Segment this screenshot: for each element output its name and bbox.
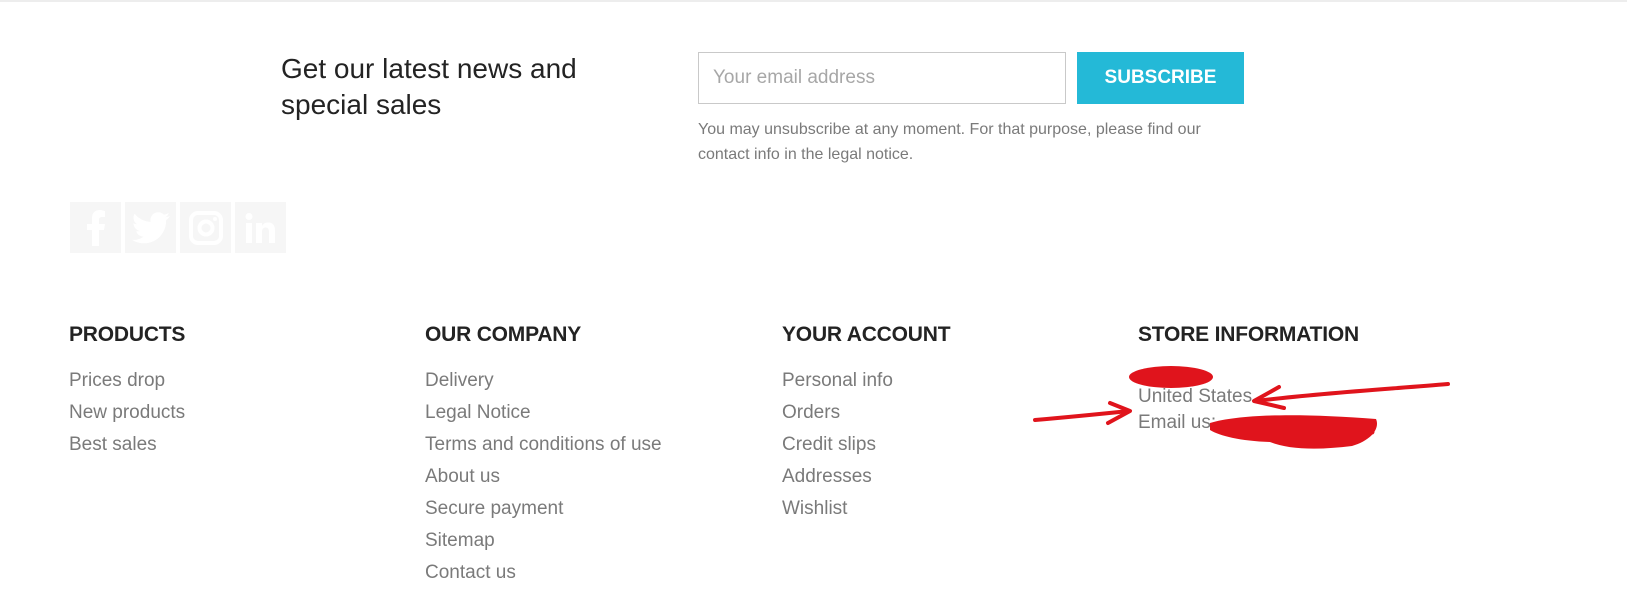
link-prices-drop[interactable]: Prices drop [69, 365, 389, 397]
instagram-icon[interactable] [180, 202, 231, 253]
social-links [70, 202, 290, 253]
company-links: Delivery Legal Notice Terms and conditio… [425, 365, 745, 589]
footer-our-company: OUR COMPANY Delivery Legal Notice Terms … [425, 320, 662, 583]
facebook-icon[interactable] [70, 202, 121, 253]
newsletter-legal-note: You may unsubscribe at any moment. For t… [698, 121, 1201, 163]
newsletter-title: Get our latest news and special sales [281, 53, 577, 120]
store-country: United States [1138, 386, 1253, 407]
link-terms[interactable]: Terms and conditions of use [425, 429, 745, 461]
link-sitemap[interactable]: Sitemap [425, 525, 745, 557]
store-heading: STORE INFORMATION [1138, 323, 1359, 346]
account-links: Personal info Orders Credit slips Addres… [782, 365, 1102, 525]
link-about-us[interactable]: About us [425, 461, 745, 493]
footer-your-account: YOUR ACCOUNT Personal info Orders Credit… [782, 320, 951, 519]
link-contact-us[interactable]: Contact us [425, 557, 745, 589]
link-secure-payment[interactable]: Secure payment [425, 493, 745, 525]
subscribe-button[interactable]: SUBSCRIBE [1077, 52, 1244, 104]
link-best-sales[interactable]: Best sales [69, 429, 389, 461]
link-orders[interactable]: Orders [782, 397, 1102, 429]
email-input[interactable] [698, 52, 1066, 104]
footer-products: PRODUCTS Prices drop New products Best s… [69, 320, 186, 455]
company-heading: OUR COMPANY [425, 323, 582, 346]
arrow-annotation-left-head [1106, 401, 1132, 425]
link-delivery[interactable]: Delivery [425, 365, 745, 397]
top-divider [0, 0, 1627, 2]
link-wishlist[interactable]: Wishlist [782, 493, 1102, 525]
linkedin-icon[interactable] [235, 202, 286, 253]
link-addresses[interactable]: Addresses [782, 461, 1102, 493]
footer-store-information: STORE INFORMATION United States Email us… [1138, 320, 1359, 433]
twitter-icon[interactable] [125, 202, 176, 253]
products-links: Prices drop New products Best sales [69, 365, 389, 461]
link-credit-slips[interactable]: Credit slips [782, 429, 1102, 461]
account-heading: YOUR ACCOUNT [782, 323, 951, 346]
link-new-products[interactable]: New products [69, 397, 389, 429]
products-heading: PRODUCTS [69, 323, 186, 346]
store-details: United States Email us: [1138, 384, 1498, 436]
link-legal-notice[interactable]: Legal Notice [425, 397, 745, 429]
store-email-label: Email us: [1138, 412, 1217, 433]
link-personal-info[interactable]: Personal info [782, 365, 1102, 397]
